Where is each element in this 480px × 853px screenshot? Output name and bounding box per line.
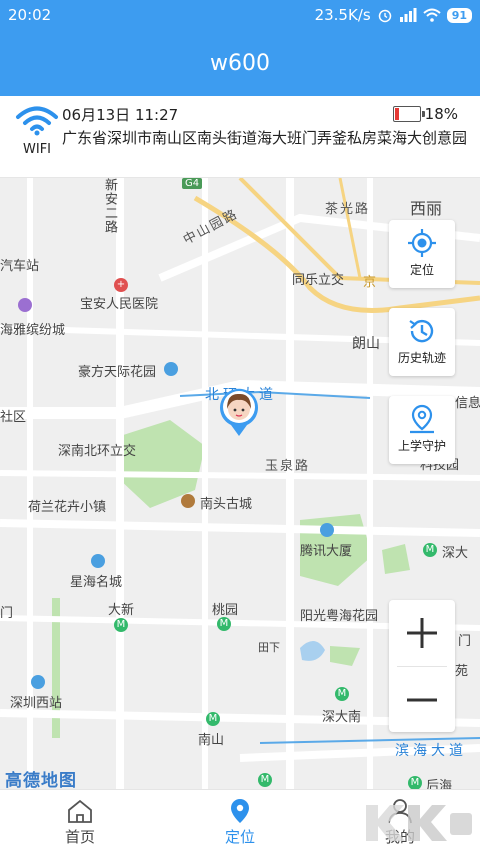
crosshair-icon [408,229,436,257]
building-icon [320,523,334,537]
map-label-daxin: 大新 [108,603,135,618]
map-label-xinghai: 星海名城 [70,575,123,590]
map-label-shendanan: 深大南 [322,710,362,725]
status-bar: 20:02 23.5K/s 91 [0,0,480,32]
device-battery: 18% [392,105,458,123]
connection-label: WIFI [23,142,51,157]
map-label-taoyuan: 桃园 [212,603,239,618]
map-label-langshan: 朗山 [352,336,380,352]
landmark-icon [181,494,195,508]
train-station-icon [31,675,45,689]
map-label-men-left: 门 [0,606,14,621]
map-provider-logo: 高德地图 [5,771,77,789]
device-address: 广东省深圳市南山区南头街道海大班门弄釜私房菜海大创意园 [62,129,468,147]
location-pin-icon [410,404,434,434]
location-timestamp: 06月13日 11:27 [62,106,179,124]
mall-icon [18,298,32,312]
device-info-panel: WIFI 06月13日 11:27 18% 广东省深圳市南山区南头街道海大班门弄… [0,96,480,178]
map-label-men-right: 门 [458,634,472,649]
metro-icon: M [335,687,349,701]
map-label-xili: 西丽 [410,199,443,218]
kkx-watermark-logo [366,805,472,841]
tab-home-label: 首页 [64,828,95,846]
battery-percent: 18% [424,105,458,123]
status-battery: 91 [446,7,472,23]
location-pin-icon [231,799,249,823]
history-button-label: 历史轨迹 [397,351,446,365]
hospital-icon: + [114,278,128,292]
map-label-chaguang: 茶光路 [325,202,371,217]
alarm-icon [378,9,391,23]
map-label-yangguang: 阳光粤海花园 [300,609,379,624]
battery-icon [392,106,425,122]
metro-icon: M [114,618,128,632]
page-title: w600 [0,32,480,96]
status-indicators: 23.5K/s 91 [315,6,472,24]
highway-shield-g4: G4 [182,178,203,189]
map-label-yafang: 海雅缤纷城 [0,323,66,338]
map-label-yuquan: 玉泉路 [265,459,311,474]
plus-icon [407,618,437,648]
map-label-hospital: 宝安人民医院 [80,297,159,312]
map-label-shequ: 社区 [0,410,27,425]
tab-home[interactable]: 首页 [0,790,160,853]
residence-icon [164,362,178,376]
connection-indicator: WIFI [14,106,60,157]
school-guard-button[interactable]: 上学守护 [389,396,455,464]
wifi-status-icon [423,8,441,22]
minus-icon [407,698,437,702]
map-label-xin-an-road: 新安二路 [102,178,117,234]
map-label-yuan: 苑 [455,664,469,679]
battery-fill [394,108,399,120]
zoom-in-button[interactable] [389,600,455,666]
app-root: 20:02 23.5K/s 91 w600 WIFI 06月13日 11:27 … [0,0,480,853]
map-label-car-station: 汽车站 [0,259,40,274]
map-view[interactable]: 新安二路 汽车站 + 宝安人民医院 海雅缤纷城 豪方天际花园 社区 深南北环立交… [0,178,480,789]
map-label-jing: 京 [363,275,377,290]
map-label-binhai: 滨海大道 [395,743,467,759]
map-label-shennan-beihuan: 深南北环立交 [58,444,137,459]
map-label-haofang: 豪方天际花园 [78,365,157,380]
map-label-nanshan: 南山 [198,733,225,748]
metro-icon: M [217,617,231,631]
metro-icon: M [258,773,272,787]
device-avatar-pin[interactable] [219,387,259,437]
residence-icon [91,554,105,568]
wifi-icon [16,106,58,136]
signal-icon [399,8,417,22]
history-track-button[interactable]: 历史轨迹 [389,308,455,376]
tab-locate[interactable]: 定位 [160,790,320,853]
map-label-houhai: 后海 [426,779,453,789]
home-icon [68,799,92,823]
map-label-helan: 荷兰花卉小镇 [28,500,107,515]
map-label-shenda: 深大 [442,546,469,561]
map-label-tongle: 同乐立交 [292,273,345,288]
history-icon [409,319,434,343]
metro-icon: M [408,776,422,789]
map-label-xinxi: 信息 [455,396,480,411]
net-speed: 23.5K/s [314,6,371,24]
map-label-tianxia: 田下 [258,641,280,654]
zoom-out-button[interactable] [389,667,455,733]
locate-button-label: 定位 [409,263,434,277]
map-label-shenzhen-west: 深圳西站 [10,696,63,711]
map-label-nantou: 南头古城 [200,497,253,512]
metro-icon: M [206,712,220,726]
tab-locate-label: 定位 [224,828,255,846]
metro-icon: M [423,543,437,557]
map-label-tengxun: 腾讯大厦 [300,544,353,559]
school-guard-label: 上学守护 [397,439,446,453]
status-time: 20:02 [8,6,52,24]
locate-button[interactable]: 定位 [389,220,455,288]
zoom-controls [389,600,455,732]
